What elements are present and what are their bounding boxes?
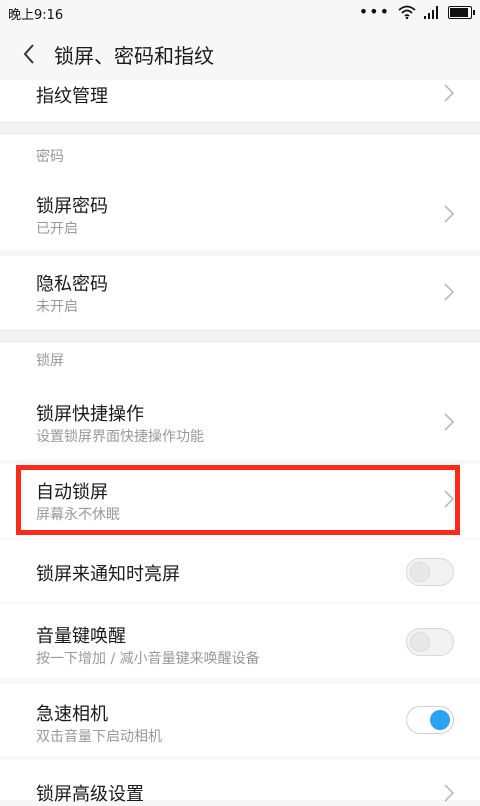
row-notify-wake[interactable]: 锁屏来通知时亮屏 [0,540,480,602]
quick-camera-toggle[interactable] [406,706,454,734]
signal-icon [424,5,438,19]
section-header-password: 密码 [0,134,480,178]
row-advanced[interactable]: 锁屏高级设置 [0,760,480,805]
notify-wake-toggle[interactable] [406,558,454,586]
chevron-right-icon [444,490,454,508]
row-lock-shortcut[interactable]: 锁屏快捷操作 设置锁屏界面快捷操作功能 [0,386,480,460]
privacy-password-status: 未开启 [36,299,78,315]
section-header-lock: 锁屏 [0,342,480,386]
wifi-icon [398,5,416,19]
lock-shortcut-label: 锁屏快捷操作 [36,404,144,425]
lock-shortcut-desc: 设置锁屏界面快捷操作功能 [36,429,204,445]
row-quick-camera[interactable]: 急速相机 双击音量下启动相机 [0,684,480,756]
chevron-right-icon [444,413,454,431]
more-dots-icon: ••• [358,2,390,21]
battery-icon [448,5,475,19]
chevron-right-icon [444,784,454,802]
row-fingerprint[interactable]: 指纹管理 [0,80,480,122]
fingerprint-label: 指纹管理 [36,86,108,107]
title-bar: 锁屏、密码和指纹 [0,26,480,80]
chevron-right-icon [444,84,454,102]
lock-password-label: 锁屏密码 [36,196,108,217]
volume-wake-label: 音量键唤醒 [36,626,126,647]
status-bar: 晚上9:16 ••• [0,0,480,26]
row-auto-lock[interactable]: 自动锁屏 屏幕永不休眠 [0,464,480,538]
privacy-password-label: 隐私密码 [36,274,108,295]
section-separator [0,330,480,342]
row-lock-password[interactable]: 锁屏密码 已开启 [0,178,480,250]
page-title: 锁屏、密码和指纹 [54,44,214,68]
status-icons: ••• [358,2,475,21]
quick-camera-desc: 双击音量下启动相机 [36,729,162,745]
section-title: 锁屏 [36,353,64,369]
row-privacy-password[interactable]: 隐私密码 未开启 [0,256,480,330]
quick-camera-label: 急速相机 [36,704,108,725]
lock-password-status: 已开启 [36,221,78,237]
section-separator [0,122,480,134]
auto-lock-value: 屏幕永不休眠 [36,507,120,523]
section-title: 密码 [36,149,64,165]
status-time: 晚上9:16 [8,8,64,23]
row-volume-wake[interactable]: 音量键唤醒 按一下增加 / 减小音量键来唤醒设备 [0,604,480,678]
volume-wake-toggle[interactable] [406,628,454,656]
chevron-right-icon [444,205,454,223]
volume-wake-desc: 按一下增加 / 减小音量键来唤醒设备 [36,651,260,667]
advanced-label: 锁屏高级设置 [36,784,144,805]
notify-wake-label: 锁屏来通知时亮屏 [36,564,180,585]
back-arrow-icon[interactable] [20,42,40,66]
chevron-right-icon [444,283,454,301]
auto-lock-label: 自动锁屏 [36,482,108,503]
